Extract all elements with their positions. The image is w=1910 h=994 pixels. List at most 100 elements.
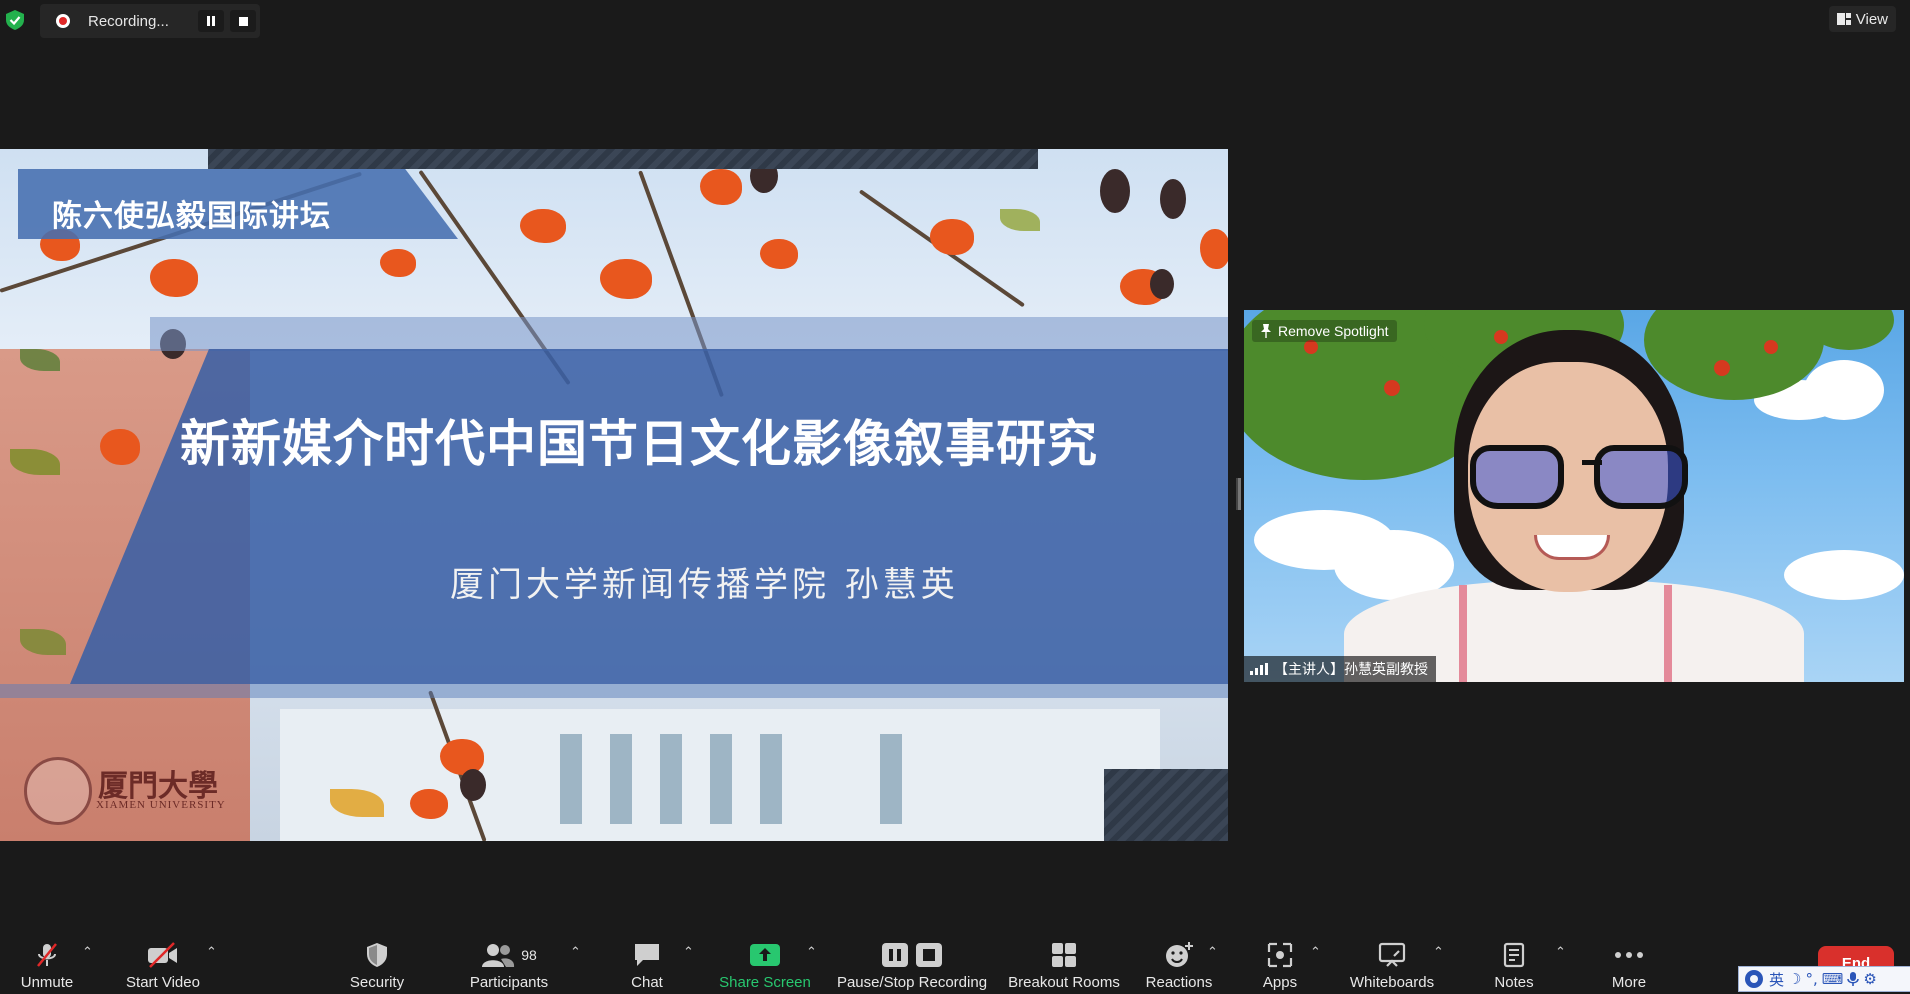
unmute-label: Unmute	[20, 974, 74, 991]
settings-gear-icon[interactable]: ⚙	[1863, 970, 1876, 988]
share-options-chevron-icon[interactable]: ⌃	[806, 944, 817, 960]
chat-label: Chat	[631, 974, 663, 991]
breakout-rooms-icon	[1052, 943, 1076, 967]
video-camera-off-icon	[148, 942, 177, 968]
participants-label: Participants	[469, 974, 549, 991]
stop-icon	[916, 943, 942, 967]
view-label: View	[1855, 10, 1888, 28]
input-method-toolbar[interactable]: 英 ☽ °, ⌨ ⚙	[1738, 966, 1910, 992]
participant-video[interactable]: Remove Spotlight 【主讲人】孙慧英副教授	[1244, 310, 1904, 682]
spotlight-label: Remove Spotlight	[1278, 323, 1389, 339]
reactions-smiley-icon	[1166, 942, 1193, 967]
flower	[600, 259, 652, 299]
more-label: More	[1611, 974, 1647, 991]
decorative-band	[150, 317, 1228, 351]
shared-screen-slide: 陈六使弘毅国际讲坛 新新媒介时代中国节日文化影像叙事研究 厦门大学新闻传播学院 …	[0, 149, 1228, 841]
microphone-icon[interactable]	[1847, 971, 1860, 987]
shirt-stripe	[1459, 585, 1467, 682]
ime-logo-icon	[1745, 970, 1763, 988]
remove-spotlight-button[interactable]: Remove Spotlight	[1252, 320, 1397, 342]
participants-count: 98	[521, 947, 537, 963]
panel-resize-handle[interactable]	[1236, 478, 1241, 510]
flower	[380, 249, 416, 277]
participant-name: 【主讲人】孙慧英副教授	[1274, 662, 1428, 678]
notes-label: Notes	[1494, 974, 1534, 991]
keyboard-icon[interactable]: ⌨	[1822, 970, 1844, 988]
recording-indicator: Recording...	[40, 4, 260, 38]
tree-flower	[1714, 360, 1730, 376]
flower	[410, 789, 448, 819]
video-options-chevron-icon[interactable]: ⌃	[206, 944, 217, 960]
decorative-band	[0, 684, 1228, 698]
title-band	[70, 349, 1228, 684]
building-window	[660, 734, 682, 824]
audio-options-chevron-icon[interactable]: ⌃	[82, 944, 93, 960]
whiteboards-options-chevron-icon[interactable]: ⌃	[1433, 944, 1444, 960]
pause-stop-recording-label: Pause/Stop Recording	[836, 974, 988, 991]
chat-options-chevron-icon[interactable]: ⌃	[683, 944, 694, 960]
ime-mode[interactable]: 英	[1769, 969, 1784, 990]
unmute-button[interactable]: Unmute	[0, 938, 112, 991]
view-layout-icon	[1836, 13, 1851, 25]
seed-pod	[1100, 169, 1130, 213]
slide-title: 新新媒介时代中国节日文化影像叙事研究	[180, 415, 1098, 473]
glasses-lens	[1470, 445, 1564, 509]
seed-pod	[1150, 269, 1174, 299]
meeting-toolbar: Unmute ⌃ Start Video ⌃ Security 98 Parti…	[0, 920, 1910, 994]
breakout-rooms-button[interactable]: Breakout Rooms	[999, 938, 1129, 991]
participant-name-tag: 【主讲人】孙慧英副教授	[1244, 656, 1436, 682]
more-button[interactable]: More	[1564, 938, 1694, 991]
microphone-muted-icon	[37, 943, 57, 967]
flower	[930, 219, 974, 255]
pause-icon	[882, 943, 908, 967]
chat-bubble-icon	[635, 944, 659, 966]
recording-status: Recording...	[88, 12, 169, 30]
pause-stop-recording-button[interactable]: Pause/Stop Recording	[827, 938, 997, 991]
flower	[520, 209, 566, 243]
stop-icon	[239, 17, 248, 26]
pause-recording-button[interactable]	[198, 10, 224, 32]
shield-icon	[367, 943, 387, 967]
slide-subtitle: 厦门大学新闻传播学院 孙慧英	[450, 565, 959, 605]
building-window	[710, 734, 732, 824]
leaf	[1000, 209, 1040, 231]
stop-recording-button[interactable]	[230, 10, 256, 32]
decorative-strip	[208, 149, 1038, 169]
punctuation-icon[interactable]: °,	[1805, 970, 1817, 988]
apps-label: Apps	[1262, 974, 1298, 991]
participants-options-chevron-icon[interactable]: ⌃	[570, 944, 581, 960]
apps-icon	[1267, 942, 1293, 968]
tree-flower	[1494, 330, 1508, 344]
forum-title: 陈六使弘毅国际讲坛	[52, 199, 331, 234]
share-screen-icon	[750, 944, 780, 966]
whiteboard-icon	[1378, 942, 1406, 967]
university-name-en: XIAMEN UNIVERSITY	[96, 799, 226, 811]
participants-icon	[482, 944, 515, 967]
view-button[interactable]: View	[1828, 6, 1896, 32]
cloud	[1784, 550, 1904, 600]
flower	[150, 259, 198, 297]
more-dots-icon	[1615, 952, 1643, 958]
breakout-rooms-label: Breakout Rooms	[1008, 974, 1120, 991]
tree-flower	[1764, 340, 1778, 354]
flower	[1200, 229, 1228, 269]
reactions-label: Reactions	[1145, 974, 1213, 991]
decorative-strip	[1104, 769, 1228, 841]
spotlight-pin-icon	[1261, 324, 1271, 338]
building-window	[880, 734, 902, 824]
whiteboards-label: Whiteboards	[1349, 974, 1435, 991]
tree-flower	[1304, 340, 1318, 354]
participants-button[interactable]: 98 Participants	[444, 938, 574, 991]
apps-button[interactable]: Apps	[1215, 938, 1345, 991]
apps-options-chevron-icon[interactable]: ⌃	[1310, 944, 1321, 960]
recording-dot-icon	[56, 14, 70, 28]
security-button[interactable]: Security	[312, 938, 442, 991]
cloud	[1804, 360, 1884, 420]
connection-signal-icon	[1250, 663, 1268, 675]
seed-pod	[1160, 179, 1186, 219]
security-shield-icon[interactable]	[6, 10, 24, 30]
share-screen-label: Share Screen	[719, 974, 811, 991]
tree-flower	[1384, 380, 1400, 396]
building-window	[760, 734, 782, 824]
half-width-moon-icon[interactable]: ☽	[1788, 970, 1801, 988]
